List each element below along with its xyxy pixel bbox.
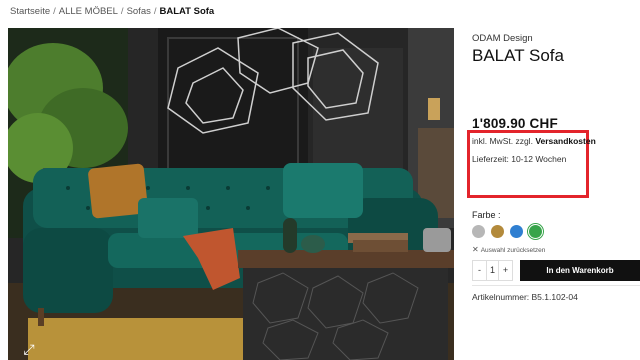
close-icon: ✕: [472, 245, 479, 254]
product-image[interactable]: ⤢: [8, 28, 454, 360]
tax-note-text: inkl. MwSt. zzgl.: [472, 136, 533, 146]
swatch-blue[interactable]: [510, 225, 523, 238]
color-swatches: [472, 225, 542, 238]
breadcrumb-home[interactable]: Startseite: [10, 6, 50, 17]
product-brand[interactable]: ODAM Design: [472, 33, 533, 44]
product-sku: Artikelnummer: B5.1.102-04: [472, 292, 578, 302]
breadcrumb-separator: /: [53, 6, 56, 17]
breadcrumb-all-furniture[interactable]: ALLE MÖBEL: [59, 6, 118, 17]
swatch-green[interactable]: [529, 225, 542, 238]
shipping-costs-link[interactable]: Versandkosten: [535, 136, 595, 146]
breadcrumb: Startseite / ALLE MÖBEL / Sofas / BALAT Sofa: [10, 6, 214, 17]
breadcrumb-separator: /: [153, 6, 157, 17]
quantity-input[interactable]: 1: [486, 261, 499, 280]
sofa-scene-image: [8, 28, 454, 360]
reset-selection-link[interactable]: ✕ Auswahl zurücksetzen: [472, 245, 545, 254]
breadcrumb-current: BALAT Sofa: [159, 6, 215, 17]
breadcrumb-sofas[interactable]: Sofas: [127, 6, 151, 17]
breadcrumb-separator: /: [120, 6, 124, 17]
delivery-time: Lieferzeit: 10-12 Wochen: [472, 154, 567, 164]
color-label: Farbe :: [472, 210, 501, 220]
tax-note: inkl. MwSt. zzgl. Versandkosten: [472, 136, 596, 146]
reset-selection-label: Auswahl zurücksetzen: [480, 247, 546, 254]
swatch-gold[interactable]: [491, 225, 504, 238]
expand-icon[interactable]: ⤢: [20, 340, 38, 358]
swatch-grey[interactable]: [472, 225, 485, 238]
product-title: BALAT Sofa: [472, 46, 564, 65]
add-to-cart-button[interactable]: In den Warenkorb: [520, 260, 640, 281]
quantity-stepper: - 1 +: [472, 260, 513, 281]
product-price: 1'809.90 CHF: [472, 116, 558, 131]
divider: [472, 285, 640, 286]
quantity-decrease-button[interactable]: -: [473, 261, 486, 280]
quantity-increase-button[interactable]: +: [499, 261, 512, 280]
